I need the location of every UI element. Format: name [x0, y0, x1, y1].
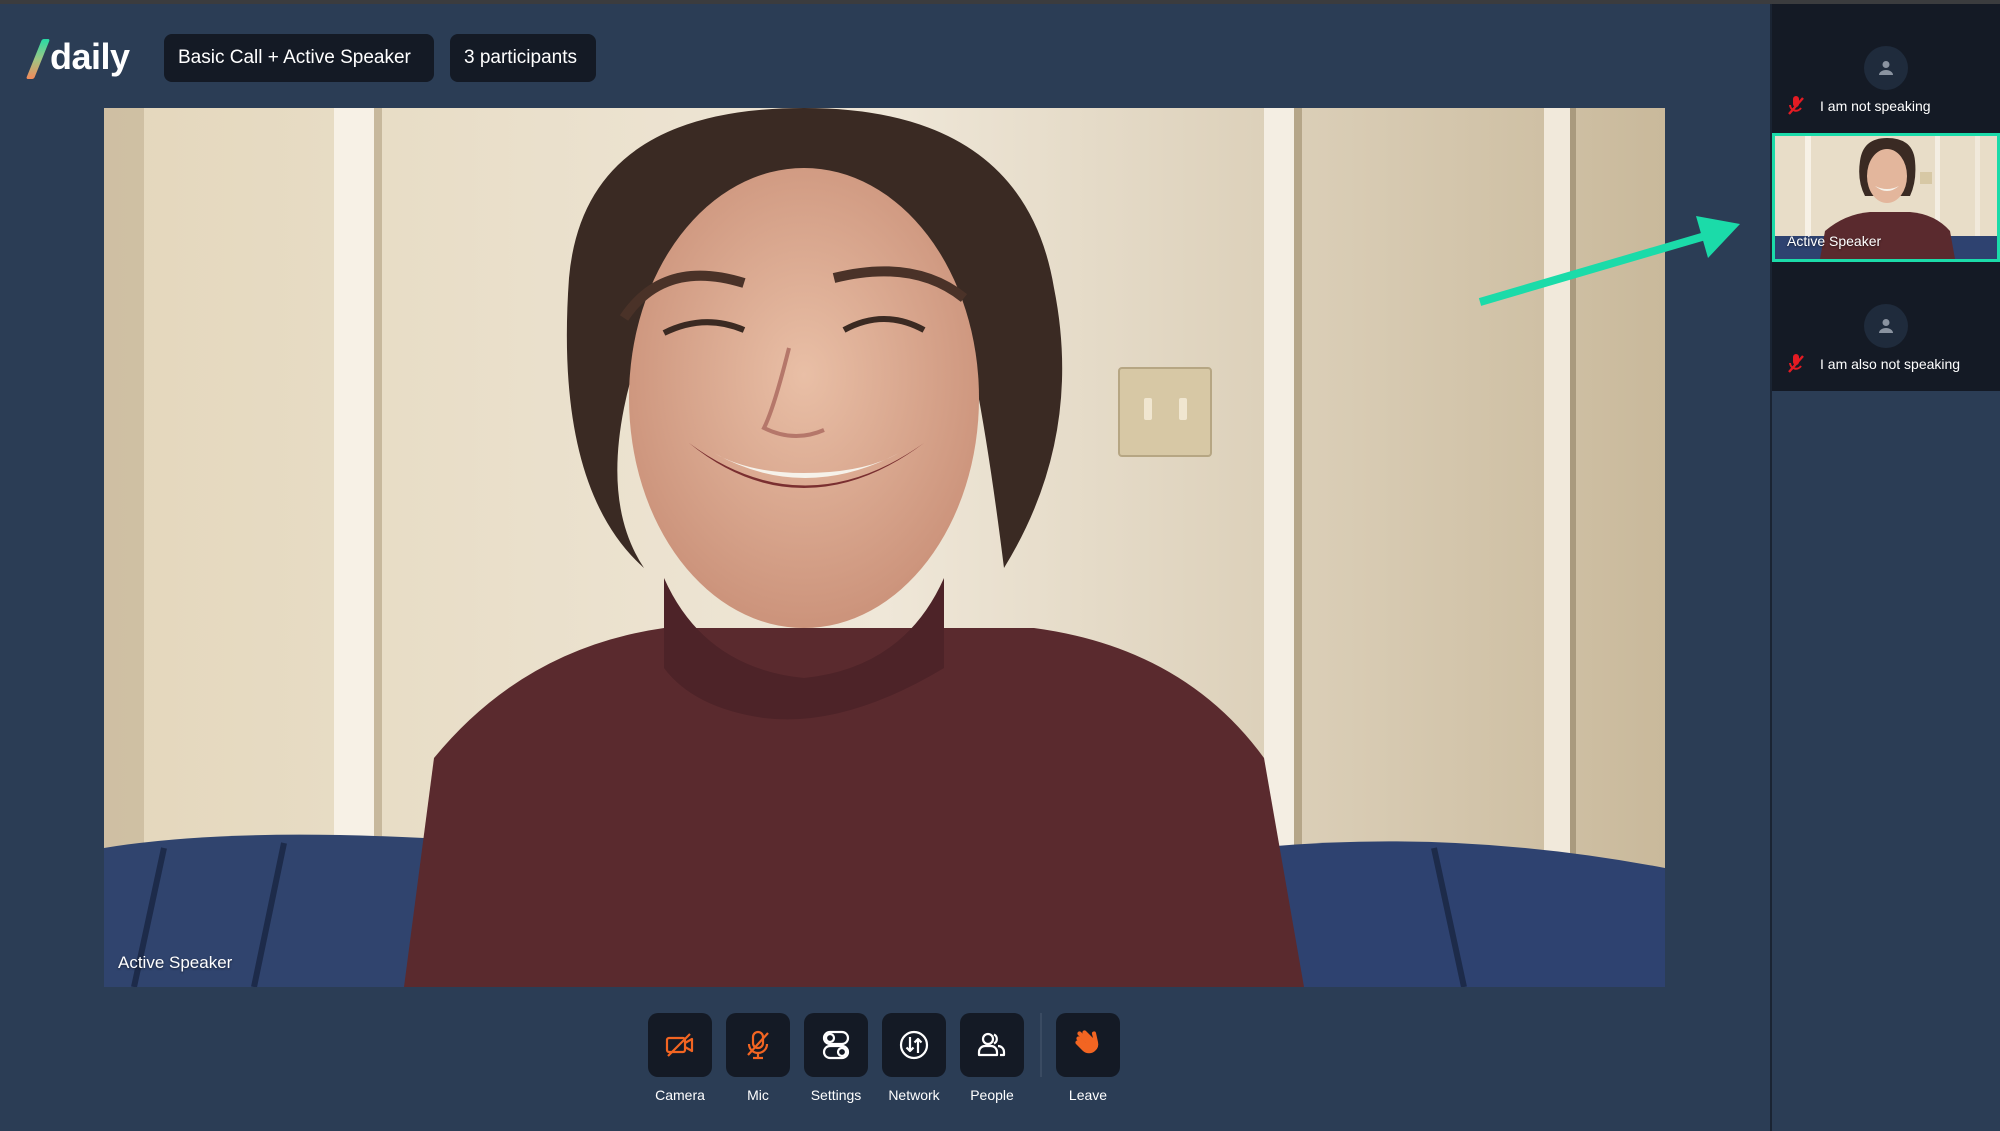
participant-tile-active-speaker[interactable]: Active Speaker: [1772, 133, 2000, 262]
video-participant-label: Active Speaker: [118, 953, 233, 972]
logo-slash-icon: [25, 39, 51, 79]
camera-off-icon: [665, 1033, 694, 1057]
header: daily Basic Call + Active Speaker 3 part…: [0, 4, 1770, 104]
settings-toggles-icon: [822, 1030, 850, 1060]
mic-muted-icon: [1788, 354, 1804, 373]
avatar: [1864, 46, 1908, 90]
leave-button-surface[interactable]: [1056, 1013, 1120, 1077]
mic-muted-icon: [1788, 96, 1804, 115]
network-label: Network: [888, 1087, 940, 1103]
main-video-tile: Active Speaker: [104, 108, 1665, 987]
speaker-video-feed: [104, 108, 1665, 987]
people-button[interactable]: People: [960, 1013, 1024, 1103]
waving-hand-icon: [1075, 1030, 1099, 1054]
people-label: People: [970, 1087, 1014, 1103]
settings-button[interactable]: Settings: [804, 1013, 868, 1103]
network-button-surface[interactable]: [882, 1013, 946, 1077]
camera-label: Camera: [655, 1087, 705, 1103]
leave-button[interactable]: Leave: [1056, 1013, 1120, 1103]
participant-tile[interactable]: I am also not speaking: [1772, 262, 2000, 391]
participant-name-row: I am not speaking: [1786, 96, 1931, 116]
participant-name: I am also not speaking: [1820, 356, 1961, 372]
avatar: [1864, 304, 1908, 348]
user-icon: [1879, 61, 1893, 75]
settings-button-surface[interactable]: [804, 1013, 868, 1077]
participant-name: I am not speaking: [1820, 98, 1931, 114]
network-button[interactable]: Network: [882, 1013, 946, 1103]
people-icon: [977, 1032, 1006, 1057]
participant-name-row: I am also not speaking: [1786, 354, 1960, 374]
call-title-badge: Basic Call + Active Speaker: [164, 34, 434, 82]
camera-button[interactable]: Camera: [648, 1013, 712, 1103]
camera-button-surface[interactable]: [648, 1013, 712, 1077]
leave-label: Leave: [1068, 1087, 1108, 1103]
call-main-area: daily Basic Call + Active Speaker 3 part…: [0, 4, 1770, 1131]
participant-sidebar: I am not speaking Active Speaker I am al…: [1770, 4, 2000, 1131]
participant-name: Active Speaker: [1787, 233, 1882, 249]
settings-label: Settings: [810, 1087, 862, 1103]
network-icon: [899, 1030, 929, 1060]
logo-text: daily: [50, 36, 130, 77]
mic-button[interactable]: Mic: [726, 1013, 790, 1103]
mic-label: Mic: [747, 1087, 769, 1103]
user-icon: [1879, 319, 1893, 333]
mic-off-icon: [747, 1030, 769, 1060]
tray-divider: [1040, 1013, 1042, 1077]
participant-tile[interactable]: I am not speaking: [1772, 4, 2000, 133]
mic-button-surface[interactable]: [726, 1013, 790, 1077]
control-tray: Camera Mic Settings Network People Leave: [648, 1013, 1134, 1123]
daily-logo: daily: [25, 34, 130, 84]
participant-count-badge: 3 participants: [450, 34, 596, 82]
people-button-surface[interactable]: [960, 1013, 1024, 1077]
